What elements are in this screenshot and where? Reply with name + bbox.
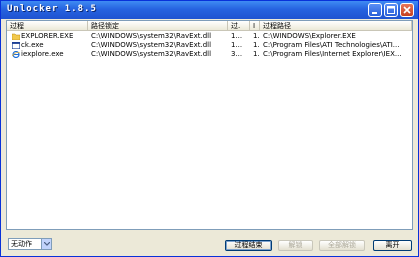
maximize-icon (387, 6, 395, 14)
process-id: 1... (231, 41, 243, 49)
table-row[interactable]: iexplore.exe C:\WINDOWS\system32\RavExt.… (7, 50, 412, 59)
list-header: 过程 路径锁定 过. I 过程路径 (7, 21, 412, 31)
column-header-handle[interactable]: I (250, 21, 260, 31)
table-row[interactable]: EXPLORER.EXE C:\WINDOWS\system32\RavExt.… (7, 32, 412, 41)
process-id: 1... (231, 32, 243, 40)
process-path: C:\Program Files\Internet Explorer\IEX..… (263, 50, 402, 58)
window-title: Unlocker 1.8.5 (7, 4, 97, 14)
unlock-all-button[interactable]: 全部解锁 (319, 240, 365, 251)
column-header-process[interactable]: 过程 (7, 21, 88, 31)
title-bar[interactable]: Unlocker 1.8.5 (1, 1, 418, 19)
table-row[interactable]: ck.exe C:\WINDOWS\system32\RavExt.dll 1.… (7, 41, 412, 50)
dropdown-arrow-button[interactable] (41, 239, 51, 249)
locked-path: C:\WINDOWS\system32\RavExt.dll (91, 32, 212, 40)
minimize-icon (372, 12, 377, 14)
column-header-process-path[interactable]: 过程路径 (260, 21, 412, 31)
unlock-button[interactable]: 解锁 (278, 240, 313, 251)
action-dropdown-value: 无动作 (11, 240, 32, 248)
bottom-bar: 无动作 过程结束 解锁 全部解锁 离开 (1, 231, 418, 256)
minimize-button[interactable] (368, 3, 382, 17)
handle: 1... (253, 41, 260, 49)
handle: 1... (253, 50, 260, 58)
exit-button[interactable]: 离开 (373, 240, 412, 251)
locked-path: C:\WINDOWS\system32\RavExt.dll (91, 50, 212, 58)
column-header-locked-path[interactable]: 路径锁定 (88, 21, 228, 31)
action-dropdown[interactable]: 无动作 (8, 238, 52, 250)
handle: 1... (253, 32, 260, 40)
unlocker-window: Unlocker 1.8.5 过程 路径锁定 过. I 过程路径 EXPLORE… (0, 0, 419, 257)
maximize-button[interactable] (384, 3, 398, 17)
process-path: C:\Program Files\ATI Technologies\ATI... (263, 41, 400, 49)
chevron-down-icon (44, 242, 50, 246)
process-list[interactable]: 过程 路径锁定 过. I 过程路径 EXPLORER.EXE C:\WINDOW… (6, 20, 413, 230)
process-name: iexplore.exe (21, 50, 64, 58)
process-path: C:\WINDOWS\Explorer.EXE (263, 32, 356, 40)
process-id: 3... (231, 50, 243, 58)
kill-process-button[interactable]: 过程结束 (225, 240, 272, 251)
process-name: EXPLORER.EXE (21, 32, 74, 40)
close-icon (403, 6, 411, 14)
close-button[interactable] (400, 3, 414, 17)
process-name: ck.exe (21, 41, 44, 49)
column-header-pid[interactable]: 过. (228, 21, 250, 31)
locked-path: C:\WINDOWS\system32\RavExt.dll (91, 41, 212, 49)
